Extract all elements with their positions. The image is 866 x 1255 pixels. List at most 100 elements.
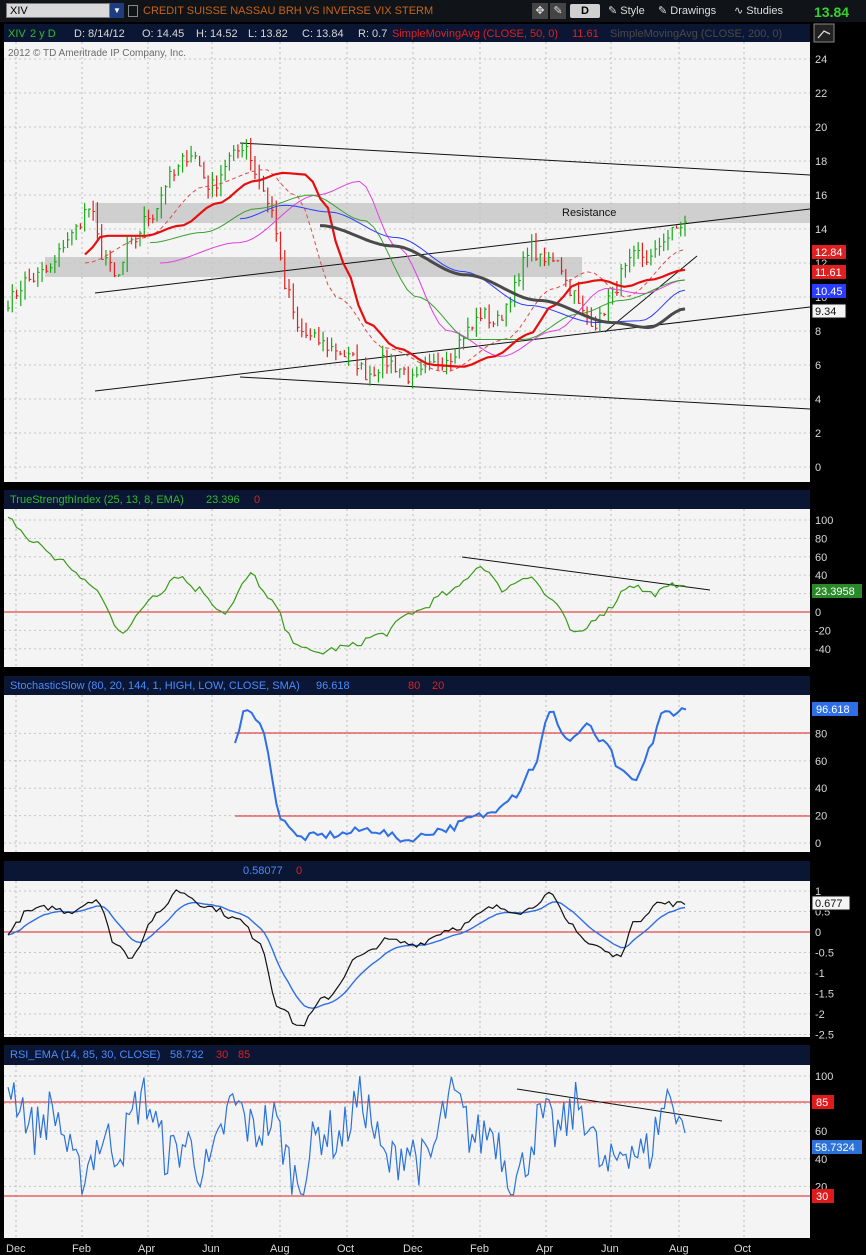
rsi-30-tag-label: 30 xyxy=(816,1191,828,1203)
studies-label: Studies xyxy=(746,5,783,17)
price-header-close: C: 13.84 xyxy=(302,28,344,40)
oscillator-tick-label: -2.5 xyxy=(815,1030,834,1042)
price-tick-label: 14 xyxy=(815,224,827,236)
price-tick-label: 6 xyxy=(815,360,821,372)
chart-area[interactable]: XIV 2 y D D: 8/14/12 O: 14.45 H: 14.52 L… xyxy=(0,22,866,1255)
x-tick-label: Apr xyxy=(536,1243,553,1255)
price-tick-label: 16 xyxy=(815,190,827,202)
sma200-label: SimpleMovingAvg (CLOSE, 200, 0) xyxy=(610,28,782,40)
price-axis: 24222018161412108642012.8411.6110.459.34 xyxy=(811,54,847,474)
x-tick-label: Jun xyxy=(601,1243,619,1255)
drawings-label: Drawings xyxy=(670,5,717,17)
x-tick-label: Aug xyxy=(270,1243,290,1255)
price-header-low: L: 13.82 xyxy=(248,28,288,40)
stoch-panel: StochasticSlow (80, 20, 144, 1, HIGH, LO… xyxy=(4,676,858,852)
stoch-tick-label: 60 xyxy=(815,756,827,768)
price-tick-label: 18 xyxy=(815,156,827,168)
stoch-axis: 80 60 40 20 0 xyxy=(815,728,827,850)
oscillator-header-value: 0.58077 xyxy=(243,865,283,877)
tsi-tick-label: 100 xyxy=(815,515,833,527)
x-tick-label: Apr xyxy=(138,1243,155,1255)
price-tick-label: 20 xyxy=(815,122,827,134)
stoch-header-value: 96.618 xyxy=(316,680,350,692)
rsi-header-os: 85 xyxy=(238,1049,250,1061)
tsi-tick-label: 0 xyxy=(815,607,821,619)
price-header-date: D: 8/14/12 xyxy=(74,28,125,40)
copyright-notice: 2012 © TD Ameritrade IP Company, Inc. xyxy=(8,48,186,59)
stoch-tick-label: 20 xyxy=(815,811,827,823)
symbol-dropdown-icon[interactable]: ▼ xyxy=(110,3,124,18)
x-tick-label: Oct xyxy=(734,1243,751,1255)
expand-chart-icon[interactable] xyxy=(813,23,835,43)
sma50-value: 11.61 xyxy=(572,28,599,40)
stoch-header-ob: 80 xyxy=(408,680,420,692)
rsi-tick-label: 40 xyxy=(815,1154,827,1166)
stoch-header-label: StochasticSlow (80, 20, 144, 1, HIGH, LO… xyxy=(10,680,300,692)
oscillator-tick-label: -0.5 xyxy=(815,948,834,960)
rsi-tick-label: 60 xyxy=(815,1126,827,1138)
stoch-tick-label: 80 xyxy=(815,728,827,740)
price-header-period: 2 y D xyxy=(30,28,56,40)
tsi-header-value: 23.396 xyxy=(206,494,240,506)
price-tick-label: 8 xyxy=(815,326,821,338)
pencil-icon: ✎ xyxy=(658,5,668,17)
tsi-header-label: TrueStrengthIndex (25, 13, 8, EMA) xyxy=(10,494,184,506)
settings-wrench-icon[interactable]: ✎ xyxy=(550,3,566,19)
drawings-menu[interactable]: ✎ Drawings xyxy=(658,3,716,19)
stoch-header-os: 20 xyxy=(432,680,444,692)
oscillator-tick-label: -2 xyxy=(815,1009,825,1021)
style-label: Style xyxy=(620,5,645,17)
symbol-link-icon[interactable] xyxy=(128,5,138,17)
price-header-symbol: XIV xyxy=(8,28,26,40)
last-price: 13.84 xyxy=(814,4,850,20)
symbol-input[interactable]: XIV xyxy=(6,3,110,18)
symbol-description: CREDIT SUISSE NASSAU BRH VS INVERSE VIX … xyxy=(143,5,434,17)
oscillator-tick-label: 0 xyxy=(815,927,821,939)
toolbar: XIV ▼ CREDIT SUISSE NASSAU BRH VS INVERS… xyxy=(0,0,866,22)
x-tick-label: Aug xyxy=(669,1243,689,1255)
price-header-change: R: 0.7 xyxy=(358,28,387,40)
oscillator-header-bar xyxy=(4,861,810,881)
rsi-header-value: 58.732 xyxy=(170,1049,204,1061)
tsi-tick-label: 40 xyxy=(815,570,827,582)
rsi-axis: 10080604020 xyxy=(815,1071,833,1193)
price-header-open: O: 14.45 xyxy=(142,28,184,40)
rsi-header-label: RSI_EMA (14, 85, 30, CLOSE) xyxy=(10,1049,160,1061)
style-icon: ✎ xyxy=(608,5,618,17)
tsi-tick-label: 60 xyxy=(815,552,827,564)
stoch-tick-label: 40 xyxy=(815,783,827,795)
price-tag-label: 11.61 xyxy=(815,267,842,279)
price-tag-label: 12.84 xyxy=(815,247,843,259)
price-header-high: H: 14.52 xyxy=(196,28,238,40)
x-tick-label: Jun xyxy=(202,1243,220,1255)
stoch-current-value: 96.618 xyxy=(816,704,850,716)
x-tick-label: Feb xyxy=(470,1243,489,1255)
x-tick-label: Dec xyxy=(403,1243,423,1255)
tsi-tick-label: -40 xyxy=(815,644,831,656)
sma50-label: SimpleMovingAvg (CLOSE, 50, 0) xyxy=(392,28,558,40)
price-tick-label: 2 xyxy=(815,428,821,440)
price-tick-label: 24 xyxy=(815,54,827,66)
aggregation-period-button[interactable]: D xyxy=(570,4,600,18)
price-tag-label: 9.34 xyxy=(815,306,836,318)
studies-menu[interactable]: ∿ Studies xyxy=(734,3,783,19)
cursor-tool-icon[interactable]: ✥ xyxy=(532,3,548,19)
tsi-plot-bg xyxy=(4,509,810,667)
price-tick-label: 0 xyxy=(815,462,821,474)
price-tag-label: 10.45 xyxy=(815,286,843,298)
price-tick-label: 22 xyxy=(815,88,827,100)
stoch-plot-bg xyxy=(4,695,810,852)
studies-icon: ∿ xyxy=(734,5,744,17)
x-tick-label: Feb xyxy=(72,1243,91,1255)
oscillator-panel: 0.58077 0 10.50-0.5-1-1.5-2-2.5 0.677 xyxy=(4,861,851,1042)
rsi-header-ob: 30 xyxy=(216,1049,228,1061)
resistance-annotation: Resistance xyxy=(562,207,616,219)
x-tick-label: Oct xyxy=(337,1243,354,1255)
tsi-tick-label: 80 xyxy=(815,533,827,545)
rsi-panel: RSI_EMA (14, 85, 30, CLOSE) 58.732 30 85… xyxy=(4,1045,862,1238)
oscillator-header-value2: 0 xyxy=(296,865,302,877)
oscillator-tick-label: -1.5 xyxy=(815,989,834,1001)
style-menu[interactable]: ✎ Style xyxy=(608,3,645,19)
oscillator-tick-label: -1 xyxy=(815,968,825,980)
rsi-85-tag-label: 85 xyxy=(816,1097,828,1109)
